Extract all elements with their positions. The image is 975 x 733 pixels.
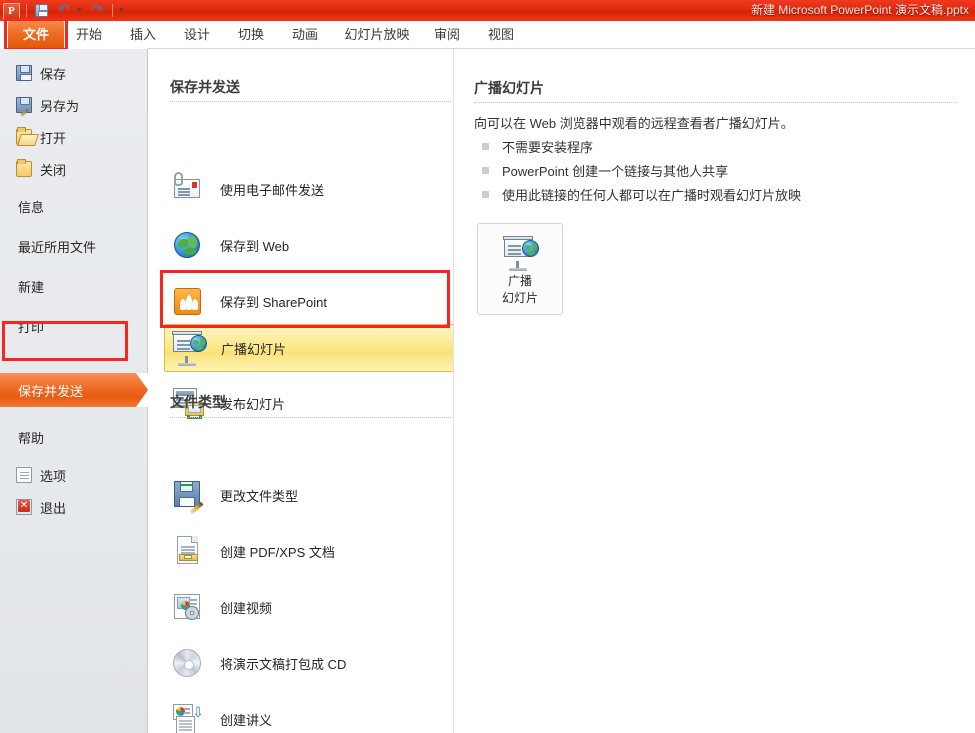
handout-icon: ⇩ bbox=[170, 702, 204, 733]
section-title-save-and-send: 保存并发送 bbox=[170, 79, 240, 95]
mid-item-save-to-web[interactable]: 保存到 Web bbox=[170, 222, 452, 268]
sidebar-item-label: 关闭 bbox=[40, 162, 67, 178]
bullet-square-icon bbox=[482, 143, 489, 150]
bullet-square-icon bbox=[482, 191, 489, 198]
sidebar-item-label: 打开 bbox=[40, 130, 67, 146]
ribbon-tab-strip: 文件 开始 插入 设计 切换 动画 幻灯片放映 审阅 视图 bbox=[0, 18, 975, 51]
floppy-disk-pencil-icon bbox=[16, 97, 32, 113]
bullet-text: PowerPoint 创建一个链接与其他人共享 bbox=[502, 164, 729, 179]
qat-redo-icon[interactable]: ↷ bbox=[88, 1, 107, 20]
mid-item-broadcast-slideshow-selected[interactable]: 广播幻灯片 bbox=[164, 324, 463, 373]
sidebar-item-print[interactable]: 打印 bbox=[0, 312, 148, 340]
bullet-text: 不需要安装程序 bbox=[502, 140, 594, 155]
selection-chevron-icon bbox=[136, 373, 148, 407]
sidebar-item-new[interactable]: 新建 bbox=[0, 272, 148, 300]
close-folder-icon bbox=[16, 159, 32, 177]
mid-item-save-to-sharepoint[interactable]: 保存到 SharePoint bbox=[170, 278, 452, 324]
qat-divider-2 bbox=[112, 4, 113, 17]
title-bar: P ↶ ▼ ↷ ▼ 新建 Microsoft PowerPoint 演示文稿.p… bbox=[0, 0, 975, 21]
detail-pane-description: 向可以在 Web 浏览器中观看的远程查看者广播幻灯片。 bbox=[474, 116, 794, 131]
qat-undo-dropdown-icon[interactable]: ▼ bbox=[76, 1, 85, 20]
mid-item-label: 保存到 Web bbox=[220, 238, 290, 254]
list-item: 不需要安装程序 bbox=[482, 137, 801, 156]
bullet-square-icon bbox=[482, 167, 489, 174]
mid-item-label: 发布幻灯片 bbox=[220, 396, 286, 412]
tab-review[interactable]: 审阅 bbox=[424, 21, 470, 48]
mid-item-label: 使用电子邮件发送 bbox=[220, 182, 325, 198]
list-item: PowerPoint 创建一个链接与其他人共享 bbox=[482, 161, 801, 180]
list-item: 使用此链接的任何人都可以在广播时观看幻灯片放映 bbox=[482, 185, 801, 204]
email-attachment-icon bbox=[170, 172, 204, 206]
sidebar-item-recent[interactable]: 最近所用文件 bbox=[0, 232, 148, 260]
mid-item-label: 广播幻灯片 bbox=[221, 341, 287, 357]
tab-transitions[interactable]: 切换 bbox=[228, 21, 274, 48]
detail-pane-title: 广播幻灯片 bbox=[474, 80, 544, 96]
mid-item-label: 创建讲义 bbox=[220, 712, 273, 728]
exit-icon: ✕ bbox=[16, 499, 32, 515]
mid-item-label: 保存到 SharePoint bbox=[220, 294, 327, 310]
button-label-line2: 幻灯片 bbox=[501, 291, 538, 305]
sidebar-item-options[interactable]: 选项 bbox=[0, 461, 148, 489]
sidebar-item-save[interactable]: 保存 bbox=[0, 59, 148, 87]
tab-design[interactable]: 设计 bbox=[174, 21, 220, 48]
button-label-line1: 广播 bbox=[507, 274, 532, 288]
sidebar-item-help[interactable]: 帮助 bbox=[0, 423, 148, 451]
sidebar-item-close[interactable]: 关闭 bbox=[0, 155, 148, 183]
sharepoint-people-icon bbox=[170, 284, 204, 318]
backstage-sidebar: 保存 另存为 打开 关闭 信息 最近所用文件 新建 打印 保存并发送 帮助 选项 bbox=[0, 49, 148, 733]
broadcast-detail-pane: 广播幻灯片 向可以在 Web 浏览器中观看的远程查看者广播幻灯片。 不需要安装程… bbox=[453, 49, 975, 733]
options-icon bbox=[16, 467, 32, 483]
powerpoint-logo-icon[interactable]: P bbox=[3, 2, 20, 20]
sidebar-item-label: 另存为 bbox=[40, 98, 80, 114]
bullet-text: 使用此链接的任何人都可以在广播时观看幻灯片放映 bbox=[502, 188, 802, 203]
section-divider bbox=[170, 101, 451, 102]
section-divider-2 bbox=[170, 417, 451, 418]
mid-item-label: 创建 PDF/XPS 文档 bbox=[220, 544, 335, 560]
mid-item-package-to-cd[interactable]: 将演示文稿打包成 CD bbox=[170, 640, 452, 686]
mid-item-change-file-type[interactable]: 更改文件类型 bbox=[170, 472, 452, 518]
floppy-disk-icon bbox=[16, 65, 32, 81]
sidebar-item-label: 选项 bbox=[40, 468, 67, 484]
window-title: 新建 Microsoft PowerPoint 演示文稿.pptx bbox=[750, 3, 969, 17]
mid-item-create-video[interactable]: 创建视频 bbox=[170, 584, 452, 630]
change-file-type-icon bbox=[170, 478, 204, 515]
open-folder-icon bbox=[16, 127, 32, 145]
qat-customize-icon[interactable]: ▼ bbox=[118, 1, 129, 20]
pdf-xps-icon bbox=[170, 534, 204, 568]
sidebar-item-label: 保存 bbox=[40, 66, 67, 82]
create-video-icon bbox=[170, 590, 204, 624]
save-and-send-column: 保存并发送 使用电子邮件发送 保存到 Web 保存到 SharePoint 广播… bbox=[148, 49, 463, 733]
sidebar-item-label: 保存并发送 bbox=[18, 383, 84, 399]
mid-item-label: 更改文件类型 bbox=[220, 488, 299, 504]
sidebar-item-open[interactable]: 打开 bbox=[0, 123, 148, 151]
mid-item-label: 将演示文稿打包成 CD bbox=[220, 656, 347, 672]
tab-animations[interactable]: 动画 bbox=[282, 21, 328, 48]
powerpoint-backstage-window: P ↶ ▼ ↷ ▼ 新建 Microsoft PowerPoint 演示文稿.p… bbox=[0, 0, 975, 733]
sidebar-item-save-and-send-selected[interactable]: 保存并发送 bbox=[0, 373, 148, 407]
tab-insert[interactable]: 插入 bbox=[120, 21, 166, 48]
sidebar-item-save-as[interactable]: 另存为 bbox=[0, 91, 148, 119]
globe-icon bbox=[170, 228, 204, 262]
tab-slideshow[interactable]: 幻灯片放映 bbox=[336, 21, 418, 48]
mid-item-send-using-email[interactable]: 使用电子邮件发送 bbox=[170, 166, 452, 212]
section-title-file-types: 文件类型 bbox=[170, 394, 226, 410]
broadcast-projector-icon bbox=[171, 331, 207, 366]
detail-pane-divider bbox=[474, 102, 956, 103]
sidebar-item-info[interactable]: 信息 bbox=[0, 192, 148, 220]
mid-item-label: 创建视频 bbox=[220, 600, 273, 616]
broadcast-projector-icon bbox=[501, 234, 539, 271]
detail-pane-bullet-list: 不需要安装程序 PowerPoint 创建一个链接与其他人共享 使用此链接的任何… bbox=[482, 137, 801, 209]
tab-view[interactable]: 视图 bbox=[478, 21, 524, 48]
sidebar-item-label: 退出 bbox=[40, 500, 67, 516]
broadcast-slideshow-button[interactable]: 广播 幻灯片 bbox=[477, 223, 563, 315]
mid-item-create-handouts[interactable]: ⇩ 创建讲义 bbox=[170, 696, 452, 733]
qat-divider bbox=[26, 4, 27, 17]
file-tab-annotation-box bbox=[4, 18, 68, 51]
sidebar-item-exit[interactable]: ✕ 退出 bbox=[0, 493, 148, 521]
mid-item-create-pdf-xps[interactable]: 创建 PDF/XPS 文档 bbox=[170, 528, 452, 574]
tab-home[interactable]: 开始 bbox=[66, 21, 112, 48]
cd-disc-icon bbox=[170, 646, 204, 680]
